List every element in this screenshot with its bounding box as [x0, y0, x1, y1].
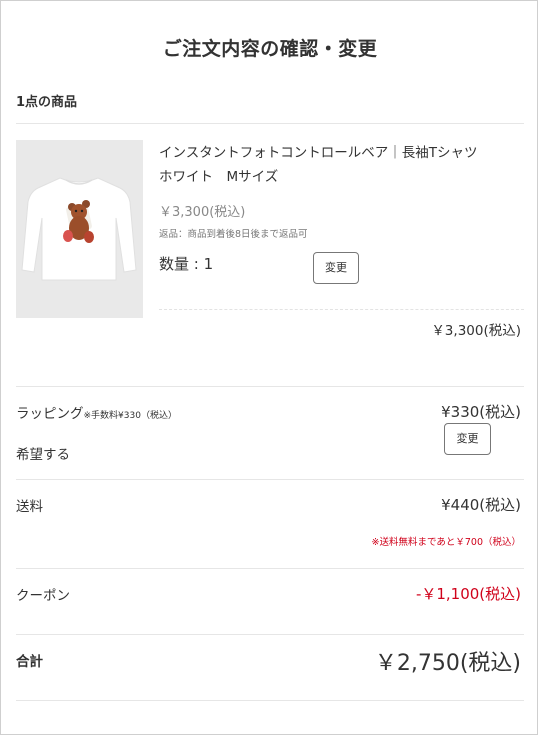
wrapping-fee-note: ※手数料¥330（税込）	[83, 411, 177, 421]
tshirt-image	[16, 140, 143, 318]
order-panel: ご注文内容の確認・変更 1点の商品 インスタントフォトコントロールベア｜長袖Tシ…	[0, 0, 538, 735]
divider	[16, 568, 524, 569]
coupon-discount: -￥1,100(税込)	[415, 585, 521, 603]
divider	[16, 700, 524, 701]
item-line-total: ￥3,300(税込)	[431, 323, 521, 339]
free-shipping-note: ※送料無料まであと￥700（税込）	[371, 537, 522, 548]
change-quantity-button[interactable]: 変更	[313, 252, 359, 284]
divider	[16, 479, 524, 480]
divider	[16, 123, 524, 124]
wrapping-label: ラッピング※手数料¥330（税込）	[16, 402, 177, 422]
page-title: ご注文内容の確認・変更	[162, 38, 378, 60]
return-policy-note: 返品：商品到着後8日後まで返品可	[159, 229, 308, 240]
wrapping-title: ラッピング	[16, 406, 84, 422]
quantity-label: 数量 : 1	[159, 255, 214, 273]
product-name-line1: インスタントフォトコントロールベア｜長袖Tシャツ	[159, 145, 478, 161]
total-amount: ￥2,750(税込)	[374, 651, 521, 676]
product-variant: ホワイト Mサイズ	[159, 169, 279, 185]
dotted-divider	[159, 309, 524, 310]
unit-price: ￥3,300(税込)	[159, 205, 246, 220]
total-label: 合計	[16, 654, 43, 670]
product-name[interactable]: インスタントフォトコントロールベア｜長袖Tシャツ ホワイト Mサイズ	[159, 141, 509, 189]
coupon-label: クーポン	[16, 588, 70, 604]
wrapping-choice: 希望する	[16, 447, 70, 463]
change-wrapping-button[interactable]: 変更	[444, 423, 491, 455]
shipping-label: 送料	[16, 499, 43, 515]
shipping-price: ¥440(税込)	[441, 496, 521, 514]
divider	[16, 386, 524, 387]
divider	[16, 634, 524, 635]
wrapping-price: ¥330(税込)	[441, 403, 521, 421]
product-image	[16, 140, 143, 318]
item-count-heading: 1点の商品	[16, 95, 78, 110]
